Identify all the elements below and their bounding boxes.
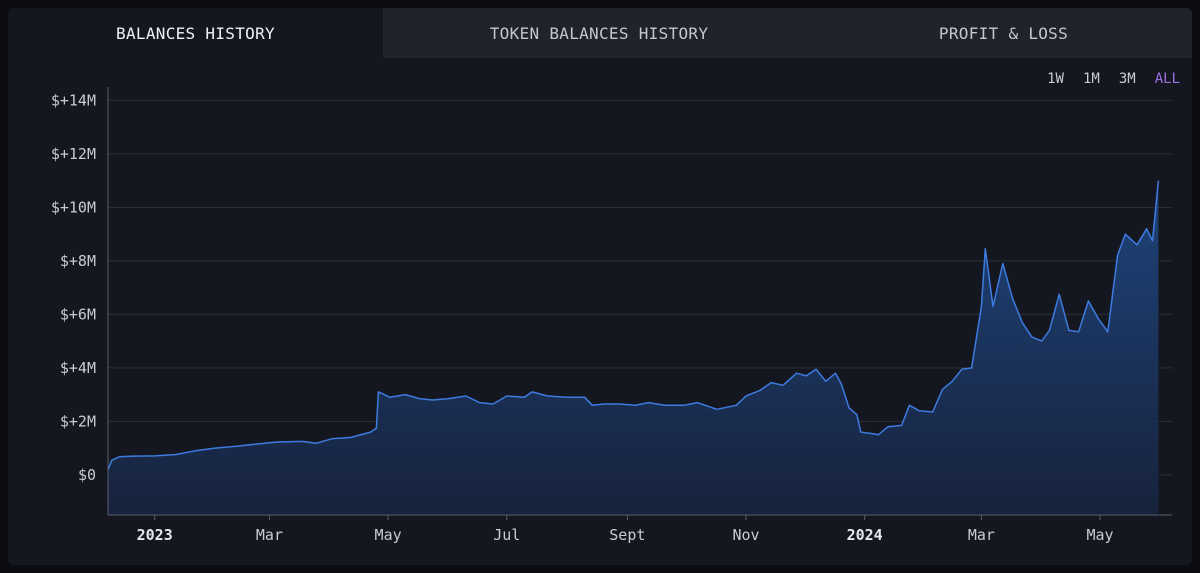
x-tick-label: 2023 bbox=[137, 526, 173, 544]
balance-area bbox=[108, 180, 1159, 515]
y-tick-label: $+8M bbox=[60, 252, 96, 270]
x-tick-label: Mar bbox=[256, 526, 283, 544]
y-tick-label: $+6M bbox=[60, 305, 96, 323]
y-tick-label: $+10M bbox=[51, 198, 96, 216]
y-tick-label: $+14M bbox=[51, 91, 96, 109]
x-tick-label: Sept bbox=[609, 526, 645, 544]
y-tick-label: $0 bbox=[78, 466, 96, 484]
y-axis-labels: $0 $+2M $+4M $+6M $+8M $+10M $+12M $+14M bbox=[51, 91, 96, 484]
x-tick-label: Mar bbox=[968, 526, 995, 544]
x-tick-label: Nov bbox=[732, 526, 759, 544]
x-tick-label: May bbox=[375, 526, 402, 544]
balance-history-chart[interactable]: $0 $+2M $+4M $+6M $+8M $+10M $+12M $+14M 2023 Ma… bbox=[0, 0, 1200, 573]
x-tick-label: May bbox=[1086, 526, 1113, 544]
y-tick-label: $+2M bbox=[60, 412, 96, 430]
x-tick-label: 2024 bbox=[847, 526, 883, 544]
x-axis-labels: 2023 Mar May Jul Sept Nov 2024 Mar May bbox=[137, 526, 1114, 544]
x-tick-label: Jul bbox=[493, 526, 520, 544]
y-tick-label: $+12M bbox=[51, 145, 96, 163]
y-tick-label: $+4M bbox=[60, 359, 96, 377]
area-fill-layer bbox=[107, 180, 1160, 515]
